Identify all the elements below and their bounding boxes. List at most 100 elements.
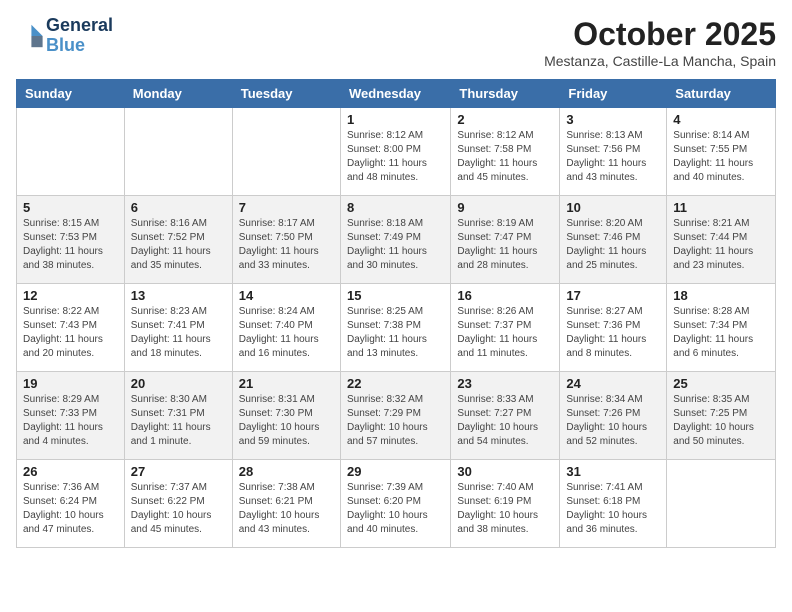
day-info: Sunrise: 8:15 AM Sunset: 7:53 PM Dayligh…: [23, 217, 118, 273]
weekday-header-wednesday: Wednesday: [340, 80, 450, 108]
day-number: 16: [457, 288, 553, 303]
day-info: Sunrise: 8:16 AM Sunset: 7:52 PM Dayligh…: [131, 217, 226, 273]
day-number: 25: [673, 376, 769, 391]
weekday-header-sunday: Sunday: [17, 80, 125, 108]
day-cell-14: 14 Sunrise: 8:24 AM Sunset: 7:40 PM Dayli…: [232, 284, 340, 372]
day-cell-4: 4 Sunrise: 8:14 AM Sunset: 7:55 PM Daylig…: [667, 108, 776, 196]
day-cell-3: 3Sunrise: 8:13 AM Sunset: 7:56 PM Daylig…: [560, 108, 667, 196]
day-number: 28: [239, 464, 334, 479]
day-info: Sunrise: 8:24 AM Sunset: 7:40 PM Dayligh…: [239, 305, 334, 361]
day-cell-11: 11 Sunrise: 8:21 AM Sunset: 7:44 PM Dayli…: [667, 196, 776, 284]
day-info: Sunrise: 8:27 AM Sunset: 7:36 PM Dayligh…: [566, 305, 660, 361]
day-info: Sunrise: 8:30 AM Sunset: 7:31 PM Dayligh…: [131, 393, 226, 449]
page-header: GeneralBlue October 2025 Mestanza, Casti…: [16, 16, 776, 69]
day-info: Sunrise: 8:28 AM Sunset: 7:34 PM Dayligh…: [673, 305, 769, 361]
day-number: 9: [457, 200, 553, 215]
location: Mestanza, Castille-La Mancha, Spain: [544, 53, 776, 69]
day-number: 6: [131, 200, 226, 215]
day-number: 26: [23, 464, 118, 479]
day-info: Sunrise: 8:23 AM Sunset: 7:41 PM Dayligh…: [131, 305, 226, 361]
day-cell-29: 29 Sunrise: 7:39 AM Sunset: 6:20 PM Dayli…: [340, 460, 450, 548]
day-cell-1: 1Sunrise: 8:12 AM Sunset: 8:00 PM Daylig…: [340, 108, 450, 196]
day-number: 2: [457, 112, 553, 127]
day-cell-27: 27Sunrise: 7:37 AM Sunset: 6:22 PM Dayli…: [124, 460, 232, 548]
day-number: 8: [347, 200, 444, 215]
logo: GeneralBlue: [16, 16, 113, 56]
day-number: 31: [566, 464, 660, 479]
day-info: Sunrise: 7:41 AM Sunset: 6:18 PM Dayligh…: [566, 481, 660, 537]
day-cell-26: 26 Sunrise: 7:36 AM Sunset: 6:24 PM Dayli…: [17, 460, 125, 548]
day-number: 23: [457, 376, 553, 391]
day-number: 14: [239, 288, 334, 303]
day-number: 15: [347, 288, 444, 303]
day-cell-8: 8Sunrise: 8:18 AM Sunset: 7:49 PM Daylig…: [340, 196, 450, 284]
day-number: 12: [23, 288, 118, 303]
day-info: Sunrise: 7:38 AM Sunset: 6:21 PM Dayligh…: [239, 481, 334, 537]
day-number: 24: [566, 376, 660, 391]
day-number: 17: [566, 288, 660, 303]
day-info: Sunrise: 8:19 AM Sunset: 7:47 PM Dayligh…: [457, 217, 553, 273]
day-number: 13: [131, 288, 226, 303]
calendar: SundayMondayTuesdayWednesdayThursdayFrid…: [16, 79, 776, 548]
week-row-1: 1Sunrise: 8:12 AM Sunset: 8:00 PM Daylig…: [17, 108, 776, 196]
week-row-3: 12 Sunrise: 8:22 AM Sunset: 7:43 PM Dayli…: [17, 284, 776, 372]
day-info: Sunrise: 7:36 AM Sunset: 6:24 PM Dayligh…: [23, 481, 118, 537]
day-number: 10: [566, 200, 660, 215]
day-cell-6: 6 Sunrise: 8:16 AM Sunset: 7:52 PM Daylig…: [124, 196, 232, 284]
day-info: Sunrise: 7:39 AM Sunset: 6:20 PM Dayligh…: [347, 481, 444, 537]
day-number: 18: [673, 288, 769, 303]
day-number: 5: [23, 200, 118, 215]
day-info: Sunrise: 7:40 AM Sunset: 6:19 PM Dayligh…: [457, 481, 553, 537]
weekday-header-thursday: Thursday: [451, 80, 560, 108]
day-number: 21: [239, 376, 334, 391]
day-cell-21: 21 Sunrise: 8:31 AM Sunset: 7:30 PM Dayli…: [232, 372, 340, 460]
day-info: Sunrise: 8:14 AM Sunset: 7:55 PM Dayligh…: [673, 129, 769, 185]
day-number: 22: [347, 376, 444, 391]
day-info: Sunrise: 8:34 AM Sunset: 7:26 PM Dayligh…: [566, 393, 660, 449]
weekday-header-row: SundayMondayTuesdayWednesdayThursdayFrid…: [17, 80, 776, 108]
day-info: Sunrise: 8:12 AM Sunset: 8:00 PM Dayligh…: [347, 129, 444, 185]
day-cell-13: 13 Sunrise: 8:23 AM Sunset: 7:41 PM Dayli…: [124, 284, 232, 372]
day-cell-2: 2Sunrise: 8:12 AM Sunset: 7:58 PM Daylig…: [451, 108, 560, 196]
day-cell-10: 10 Sunrise: 8:20 AM Sunset: 7:46 PM Dayli…: [560, 196, 667, 284]
day-number: 4: [673, 112, 769, 127]
day-info: Sunrise: 8:26 AM Sunset: 7:37 PM Dayligh…: [457, 305, 553, 361]
day-info: Sunrise: 8:32 AM Sunset: 7:29 PM Dayligh…: [347, 393, 444, 449]
weekday-header-tuesday: Tuesday: [232, 80, 340, 108]
day-cell-22: 22 Sunrise: 8:32 AM Sunset: 7:29 PM Dayli…: [340, 372, 450, 460]
day-info: Sunrise: 8:29 AM Sunset: 7:33 PM Dayligh…: [23, 393, 118, 449]
day-info: Sunrise: 8:20 AM Sunset: 7:46 PM Dayligh…: [566, 217, 660, 273]
day-cell-12: 12 Sunrise: 8:22 AM Sunset: 7:43 PM Dayli…: [17, 284, 125, 372]
day-info: Sunrise: 8:21 AM Sunset: 7:44 PM Dayligh…: [673, 217, 769, 273]
day-info: Sunrise: 8:25 AM Sunset: 7:38 PM Dayligh…: [347, 305, 444, 361]
day-info: Sunrise: 8:17 AM Sunset: 7:50 PM Dayligh…: [239, 217, 334, 273]
empty-cell: [667, 460, 776, 548]
day-cell-5: 5 Sunrise: 8:15 AM Sunset: 7:53 PM Daylig…: [17, 196, 125, 284]
weekday-header-saturday: Saturday: [667, 80, 776, 108]
week-row-4: 19 Sunrise: 8:29 AM Sunset: 7:33 PM Dayli…: [17, 372, 776, 460]
day-number: 30: [457, 464, 553, 479]
day-cell-18: 18 Sunrise: 8:28 AM Sunset: 7:34 PM Dayli…: [667, 284, 776, 372]
day-info: Sunrise: 8:31 AM Sunset: 7:30 PM Dayligh…: [239, 393, 334, 449]
week-row-2: 5 Sunrise: 8:15 AM Sunset: 7:53 PM Daylig…: [17, 196, 776, 284]
day-cell-25: 25 Sunrise: 8:35 AM Sunset: 7:25 PM Dayli…: [667, 372, 776, 460]
logo-text: GeneralBlue: [46, 16, 113, 56]
day-cell-16: 16 Sunrise: 8:26 AM Sunset: 7:37 PM Dayli…: [451, 284, 560, 372]
logo-icon: [16, 22, 44, 50]
day-number: 19: [23, 376, 118, 391]
day-number: 11: [673, 200, 769, 215]
day-cell-28: 28 Sunrise: 7:38 AM Sunset: 6:21 PM Dayli…: [232, 460, 340, 548]
day-cell-17: 17 Sunrise: 8:27 AM Sunset: 7:36 PM Dayli…: [560, 284, 667, 372]
day-cell-30: 30 Sunrise: 7:40 AM Sunset: 6:19 PM Dayli…: [451, 460, 560, 548]
day-number: 29: [347, 464, 444, 479]
day-info: Sunrise: 8:22 AM Sunset: 7:43 PM Dayligh…: [23, 305, 118, 361]
day-cell-7: 7Sunrise: 8:17 AM Sunset: 7:50 PM Daylig…: [232, 196, 340, 284]
empty-cell: [124, 108, 232, 196]
day-cell-9: 9 Sunrise: 8:19 AM Sunset: 7:47 PM Daylig…: [451, 196, 560, 284]
day-number: 20: [131, 376, 226, 391]
day-info: Sunrise: 8:35 AM Sunset: 7:25 PM Dayligh…: [673, 393, 769, 449]
day-info: Sunrise: 8:33 AM Sunset: 7:27 PM Dayligh…: [457, 393, 553, 449]
weekday-header-friday: Friday: [560, 80, 667, 108]
day-cell-15: 15 Sunrise: 8:25 AM Sunset: 7:38 PM Dayli…: [340, 284, 450, 372]
day-cell-19: 19 Sunrise: 8:29 AM Sunset: 7:33 PM Dayli…: [17, 372, 125, 460]
